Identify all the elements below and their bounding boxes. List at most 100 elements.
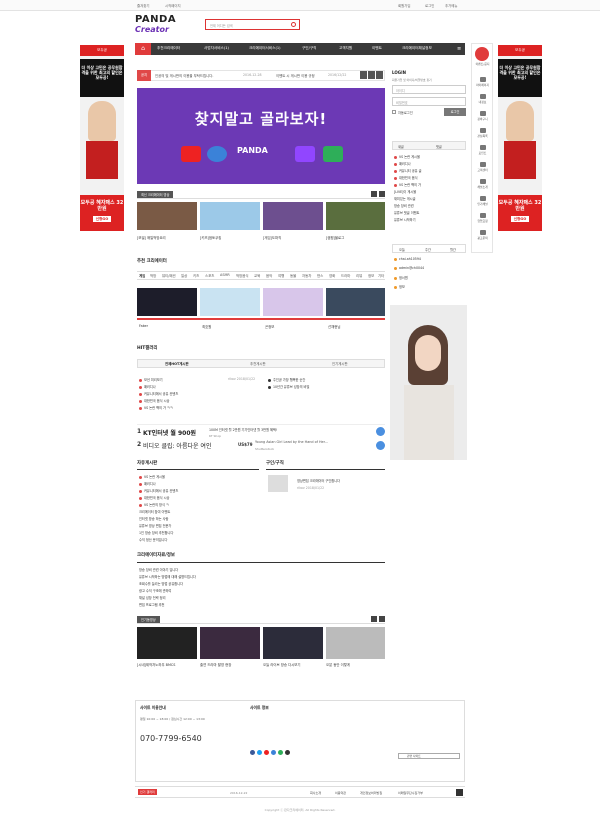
newpost-row-2[interactable]: 커뮤니티 공유 글 bbox=[394, 168, 422, 173]
right-skyscraper-ad[interactable]: 모두공 더 이상 고민은 공무원합격을 위한 최고의 할인은 모두공! 모두공 … bbox=[498, 45, 542, 231]
hit-tab-1[interactable]: 추천게시판 bbox=[250, 361, 266, 366]
rec-caption-0[interactable]: Faker bbox=[139, 324, 148, 328]
sidebar-item-3[interactable]: 장바구니 bbox=[473, 111, 492, 121]
keep-login-checkbox[interactable] bbox=[392, 110, 396, 114]
free-row-8[interactable]: 1인 방송 장비 추천합니다 bbox=[139, 530, 173, 535]
sidebar-item-8[interactable]: 인기채널 bbox=[473, 196, 492, 206]
recent-prev-button[interactable] bbox=[371, 191, 377, 197]
media-thumb-2[interactable] bbox=[263, 627, 323, 659]
rec-thumb-2[interactable] bbox=[263, 288, 323, 316]
free-row-9[interactable]: 수익 정산 문의입니다 bbox=[139, 537, 167, 542]
bottom-link-0[interactable]: 회사소개 bbox=[310, 791, 321, 795]
event-icon[interactable] bbox=[475, 47, 489, 61]
hit-left-row-2[interactable]: 커뮤니티에서 공유 컨텐츠 bbox=[139, 391, 178, 396]
search-input[interactable]: 언제 어디든 검색 bbox=[205, 19, 300, 30]
rec-tab-11[interactable]: 동물 bbox=[290, 273, 296, 278]
ad1-text[interactable]: 100M 인터넷 월 2만원 기가인터넷 월 3만원 혜택! bbox=[209, 427, 374, 432]
newpost-row-9[interactable]: 유튜브 시작하기 bbox=[394, 217, 416, 222]
newpost-tab-1[interactable]: 댓글 bbox=[436, 144, 442, 149]
ad2-text[interactable]: Young Asian Girl Lead by the Hand of Her… bbox=[255, 440, 328, 444]
startpage-link[interactable]: 시작페이지 bbox=[165, 3, 181, 8]
rec-tab-18[interactable]: 기타 bbox=[378, 273, 384, 278]
newpost-row-3[interactable]: 대한민국 음식 bbox=[394, 175, 418, 180]
rec-tab-8[interactable]: 교육 bbox=[254, 273, 260, 278]
free-row-5[interactable]: 크리에이터 참여 이벤트 bbox=[139, 509, 170, 514]
rec-tab-9[interactable]: 음악 bbox=[266, 273, 272, 278]
rec-tab-17[interactable]: 정보 bbox=[368, 273, 374, 278]
sidebar-item-6[interactable]: 고객센터 bbox=[473, 162, 492, 172]
ad2-link[interactable]: 비디오 클립: 아름다운 여인 bbox=[143, 441, 211, 450]
side-photo-ad[interactable] bbox=[390, 305, 467, 460]
login-pw-input[interactable]: 비밀번호 bbox=[392, 97, 466, 106]
sidebar-item-4[interactable]: 관심목록 bbox=[473, 128, 492, 138]
rank-tab-2[interactable]: 월간 bbox=[450, 247, 456, 252]
sidebar-item-5[interactable]: 포인트 bbox=[473, 145, 492, 155]
job-thumb[interactable] bbox=[268, 475, 288, 492]
free-row-0[interactable]: VS 논란 게시물 bbox=[139, 474, 165, 479]
blog-icon[interactable] bbox=[271, 750, 276, 755]
rec-tab-10[interactable]: 여행 bbox=[278, 273, 284, 278]
sidebar-item-9[interactable]: 협업요청 bbox=[473, 213, 492, 223]
hit-right-row-0[interactable]: 주인공 가장 행복한 순간 bbox=[268, 377, 305, 382]
hit-left-row-1[interactable]: 패러디나 bbox=[139, 384, 156, 389]
newpost-row-8[interactable]: 유튜브 댓글 이벤트 bbox=[394, 210, 420, 215]
media-caption-1[interactable]: 출연 드라마 촬영 현장 bbox=[200, 662, 231, 667]
newpost-row-1[interactable]: 패러디나 bbox=[394, 161, 411, 166]
bottom-link-3[interactable]: 이메일무단수집거부 bbox=[398, 791, 423, 795]
login-help-link[interactable]: 회원가입 및 아이디/비밀번호 찾기 bbox=[392, 78, 432, 82]
hit-left-row-0[interactable]: 모션 미리보기 bbox=[139, 377, 163, 382]
newpost-row-7[interactable]: 방송 장비 관련 bbox=[394, 203, 414, 208]
recent-thumb-2[interactable] bbox=[263, 202, 323, 230]
chevron-right-icon[interactable] bbox=[376, 441, 385, 450]
rank-tab-0[interactable]: 오늘 bbox=[399, 247, 405, 252]
media-thumb-1[interactable] bbox=[200, 627, 260, 659]
hit-tab-0[interactable]: 전체HOT게시판 bbox=[165, 361, 189, 366]
nav-item-4[interactable]: 고객지원 bbox=[339, 46, 352, 51]
scroll-top-button[interactable] bbox=[456, 789, 463, 796]
rec-tab-7[interactable]: 먹방음식 bbox=[236, 273, 248, 278]
media-next-button[interactable] bbox=[379, 616, 385, 622]
rec-caption-1[interactable]: 최호원 bbox=[202, 324, 211, 329]
notice-pause-button[interactable] bbox=[368, 71, 375, 79]
hit-tab-2[interactable]: 인기게시판 bbox=[332, 361, 348, 366]
chevron-right-icon[interactable] bbox=[376, 427, 385, 436]
rec-tab-12[interactable]: 자동차 bbox=[302, 273, 311, 278]
rank-row-3[interactable]: 정보 bbox=[394, 284, 405, 289]
signup-link[interactable]: 회원가입 bbox=[398, 3, 410, 8]
data-row-4[interactable]: 채널 성장 전략 정리 bbox=[139, 595, 166, 600]
data-row-1[interactable]: 유튜브 시작하는 방법에 대해 설명드립니다 bbox=[139, 574, 196, 579]
ad1-link[interactable]: KT인터넷 월 900원 bbox=[143, 428, 196, 437]
recent-caption-1[interactable]: [키즈]점토쿠킹 bbox=[200, 235, 221, 240]
notice-text[interactable]: 인공의 및 게시판의 이용을 부탁드립니다. bbox=[155, 73, 213, 78]
left-skyscraper-ad[interactable]: 모두공 더 이상 고민은 공무원합격을 위한 최고의 할인은 모두공! 모두공 … bbox=[80, 45, 124, 231]
rec-tab-3[interactable]: 일상 bbox=[181, 273, 187, 278]
sidebar-item-2[interactable]: 내정보 bbox=[473, 94, 492, 104]
newpost-row-5[interactable]: [LIVE]이 게시물 bbox=[394, 189, 416, 194]
instagram-icon[interactable] bbox=[285, 750, 290, 755]
logo-creator[interactable]: Creator bbox=[135, 25, 169, 34]
bottom-link-1[interactable]: 이용약관 bbox=[335, 791, 346, 795]
sidebar-item-7[interactable]: 채널소개 bbox=[473, 179, 492, 189]
free-row-7[interactable]: 유튜브 영상 편집 전문가 bbox=[139, 523, 171, 528]
free-row-1[interactable]: 패러디나 bbox=[139, 481, 156, 486]
data-row-3[interactable]: 광고 수익 구조에 관하여 bbox=[139, 588, 171, 593]
rec-tab-1[interactable]: 먹방 bbox=[150, 273, 156, 278]
recent-thumb-1[interactable] bbox=[200, 202, 260, 230]
rec-tab-4[interactable]: 키즈 bbox=[193, 273, 199, 278]
rec-caption-2[interactable]: 곤정보 bbox=[265, 324, 274, 329]
recent-thumb-0[interactable] bbox=[137, 202, 197, 230]
rank-tab-1[interactable]: 주간 bbox=[425, 247, 431, 252]
media-thumb-0[interactable] bbox=[137, 627, 197, 659]
rec-tab-13[interactable]: 댄스 bbox=[317, 273, 323, 278]
hero-banner[interactable]: 찾지말고 골라보자! PANDA bbox=[137, 88, 385, 184]
media-caption-0[interactable]: [시네]제작자노하우 BMCS bbox=[137, 662, 175, 667]
rec-tab-5[interactable]: 스포츠 bbox=[205, 273, 214, 278]
data-row-5[interactable]: 편집 프로그램 추천 bbox=[139, 602, 165, 607]
related-site-select[interactable]: 관련 사이트 bbox=[398, 753, 460, 759]
bookmark-link[interactable]: 즐겨찾기 bbox=[137, 3, 149, 8]
ad-cta[interactable]: 신청GO bbox=[510, 216, 530, 222]
bottom-link-2[interactable]: 개인정보처리방침 bbox=[360, 791, 382, 795]
rank-row-0[interactable]: chai-ah10594 bbox=[394, 257, 421, 261]
media-thumb-3[interactable] bbox=[326, 627, 385, 659]
free-row-6[interactable]: 인터넷 방송 하는 사람 bbox=[139, 516, 168, 521]
